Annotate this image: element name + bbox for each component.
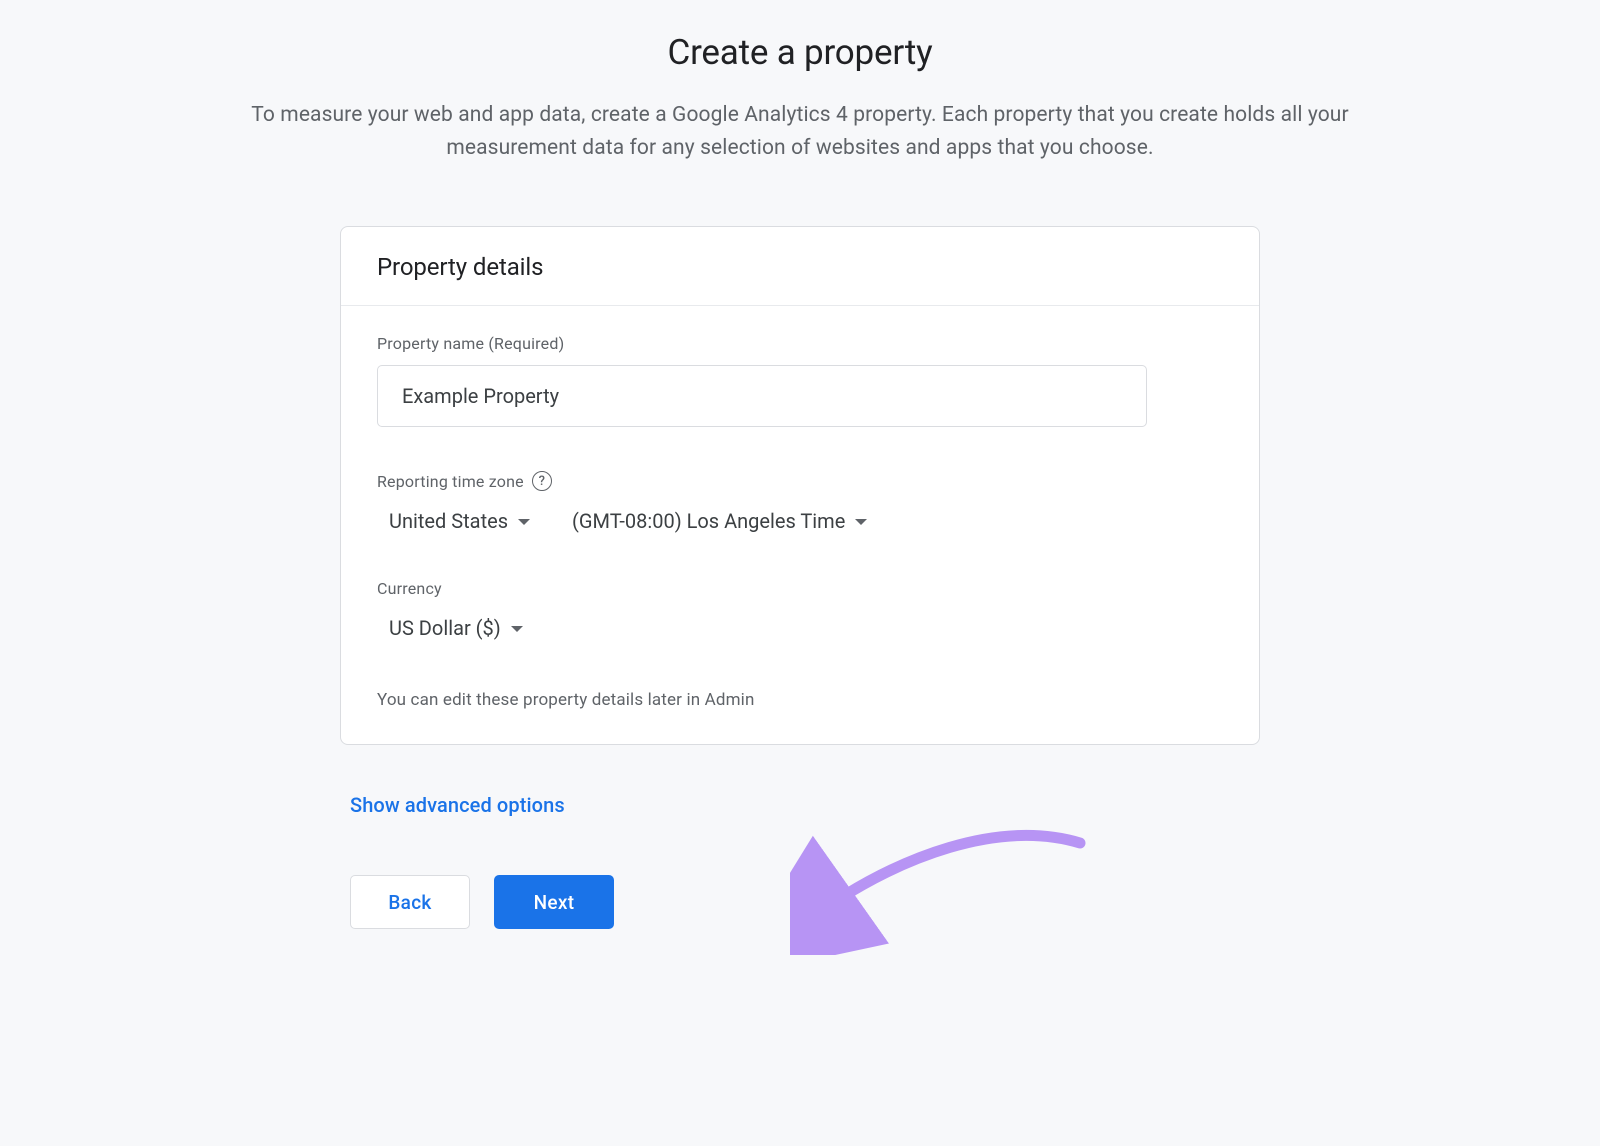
- page-title: Create a property: [170, 32, 1430, 73]
- timezone-country-dropdown[interactable]: United States: [387, 503, 532, 539]
- card-header: Property details: [341, 227, 1259, 306]
- currency-label: Currency: [377, 579, 1223, 598]
- currency-field: Currency US Dollar ($): [377, 579, 1223, 646]
- timezone-field: Reporting time zone ? United States (GMT…: [377, 471, 1223, 539]
- chevron-down-icon: [855, 519, 867, 525]
- currency-value: US Dollar ($): [389, 616, 501, 640]
- edit-later-hint: You can edit these property details late…: [377, 690, 1223, 710]
- annotation-arrow-icon: [790, 825, 1110, 955]
- next-button[interactable]: Next: [494, 875, 614, 929]
- back-button[interactable]: Back: [350, 875, 470, 929]
- currency-dropdown[interactable]: US Dollar ($): [387, 610, 525, 646]
- show-advanced-options-link[interactable]: Show advanced options: [350, 793, 565, 817]
- timezone-label: Reporting time zone: [377, 472, 524, 491]
- property-name-label: Property name (Required): [377, 334, 1223, 353]
- page-subtitle: To measure your web and app data, create…: [190, 99, 1410, 164]
- timezone-tz-dropdown[interactable]: (GMT-08:00) Los Angeles Time: [570, 503, 869, 539]
- card-title: Property details: [377, 253, 1223, 281]
- timezone-tz-value: (GMT-08:00) Los Angeles Time: [572, 509, 845, 533]
- property-name-field: Property name (Required): [377, 334, 1223, 427]
- help-icon[interactable]: ?: [532, 471, 552, 491]
- property-name-input[interactable]: [377, 365, 1147, 427]
- timezone-country-value: United States: [389, 509, 508, 533]
- property-details-card: Property details Property name (Required…: [340, 226, 1260, 745]
- chevron-down-icon: [518, 519, 530, 525]
- chevron-down-icon: [511, 626, 523, 632]
